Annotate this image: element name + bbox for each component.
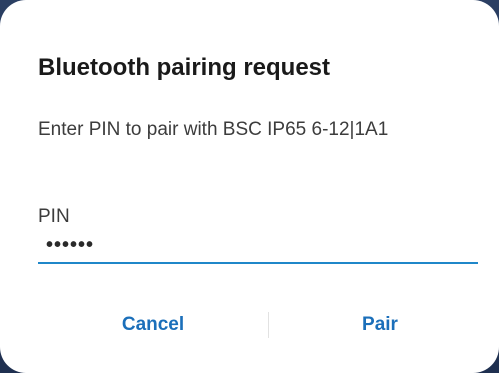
dialog-message: Enter PIN to pair with BSC IP65 6-12|1A1 <box>38 119 389 140</box>
cancel-button[interactable]: Cancel <box>38 300 268 350</box>
bluetooth-pairing-dialog: Bluetooth pairing request Enter PIN to p… <box>0 0 499 373</box>
pair-button[interactable]: Pair <box>270 300 490 350</box>
button-divider <box>268 312 269 338</box>
pin-input[interactable] <box>38 228 478 264</box>
dialog-title: Bluetooth pairing request <box>38 54 331 81</box>
pin-label: PIN <box>38 206 70 227</box>
